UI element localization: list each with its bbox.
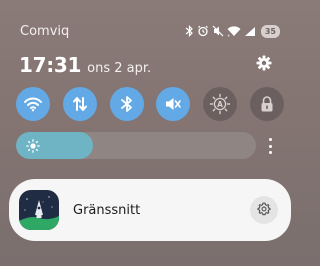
data-transfer-icon <box>71 95 89 113</box>
svg-text:A: A <box>217 100 223 109</box>
bluetooth-toggle[interactable] <box>109 87 144 121</box>
clock[interactable]: 17:31 <box>19 53 81 77</box>
mute-icon <box>212 25 224 37</box>
signal-icon <box>244 26 256 37</box>
alarm-icon <box>197 25 209 37</box>
svg-text:+: + <box>227 33 230 37</box>
auto-brightness-icon: A <box>209 93 231 115</box>
status-icons: + 35 <box>185 24 280 38</box>
sound-toggle[interactable] <box>156 87 191 121</box>
notification-settings-button[interactable] <box>250 196 278 224</box>
lock-toggle[interactable] <box>249 87 284 121</box>
lock-icon <box>259 95 275 113</box>
gear-icon[interactable] <box>256 55 272 75</box>
battery-indicator: 35 <box>260 24 280 38</box>
bluetooth-icon <box>120 95 134 113</box>
brightness-slider[interactable] <box>16 132 256 159</box>
app-icon <box>19 190 59 230</box>
notification-app-name: Gränssnitt <box>73 202 141 218</box>
auto-brightness-toggle[interactable]: A <box>203 87 238 121</box>
more-options-icon[interactable] <box>264 136 276 156</box>
status-bar: Comviq + 35 <box>20 21 280 41</box>
date[interactable]: ons 2 apr. <box>87 61 151 76</box>
mute-icon <box>164 95 182 113</box>
carrier-name: Comviq <box>20 23 70 39</box>
mobile-data-toggle[interactable] <box>62 87 97 121</box>
notification-card[interactable]: Gränssnitt <box>9 179 291 241</box>
quick-toggles: A <box>16 87 284 121</box>
bluetooth-icon <box>185 25 194 37</box>
wifi-icon: + <box>227 25 241 37</box>
sun-icon <box>26 138 40 157</box>
datetime: 17:31 ons 2 apr. <box>19 53 151 77</box>
wifi-toggle[interactable] <box>16 87 50 121</box>
gear-icon <box>257 201 271 220</box>
wifi-icon <box>23 96 43 112</box>
header-row: 17:31 ons 2 apr. <box>19 53 272 77</box>
